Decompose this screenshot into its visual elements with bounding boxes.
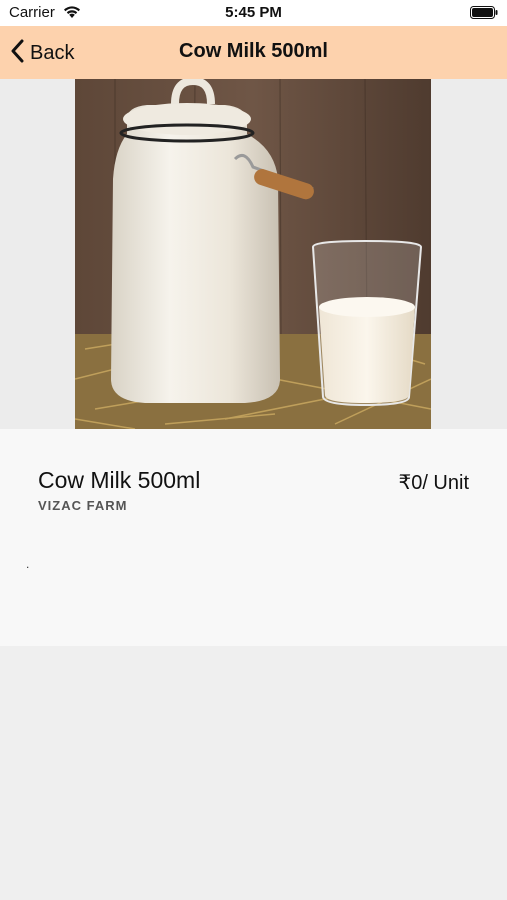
page-title: Cow Milk 500ml [179, 40, 328, 62]
status-bar: Carrier 5:45 PM [0, 0, 507, 26]
product-photo [75, 79, 431, 429]
status-time: 5:45 PM [225, 4, 282, 21]
product-details: Cow Milk 500ml VIZAC FARM ₹0/ Unit . [0, 429, 507, 646]
battery-icon [470, 6, 498, 24]
product-image-area [0, 79, 507, 429]
product-name: Cow Milk 500ml [38, 467, 201, 493]
product-price: ₹0/ Unit [398, 472, 469, 494]
navigation-bar: Back Cow Milk 500ml [0, 26, 507, 79]
farm-name: VIZAC FARM [38, 498, 128, 513]
product-description: . [26, 557, 30, 571]
